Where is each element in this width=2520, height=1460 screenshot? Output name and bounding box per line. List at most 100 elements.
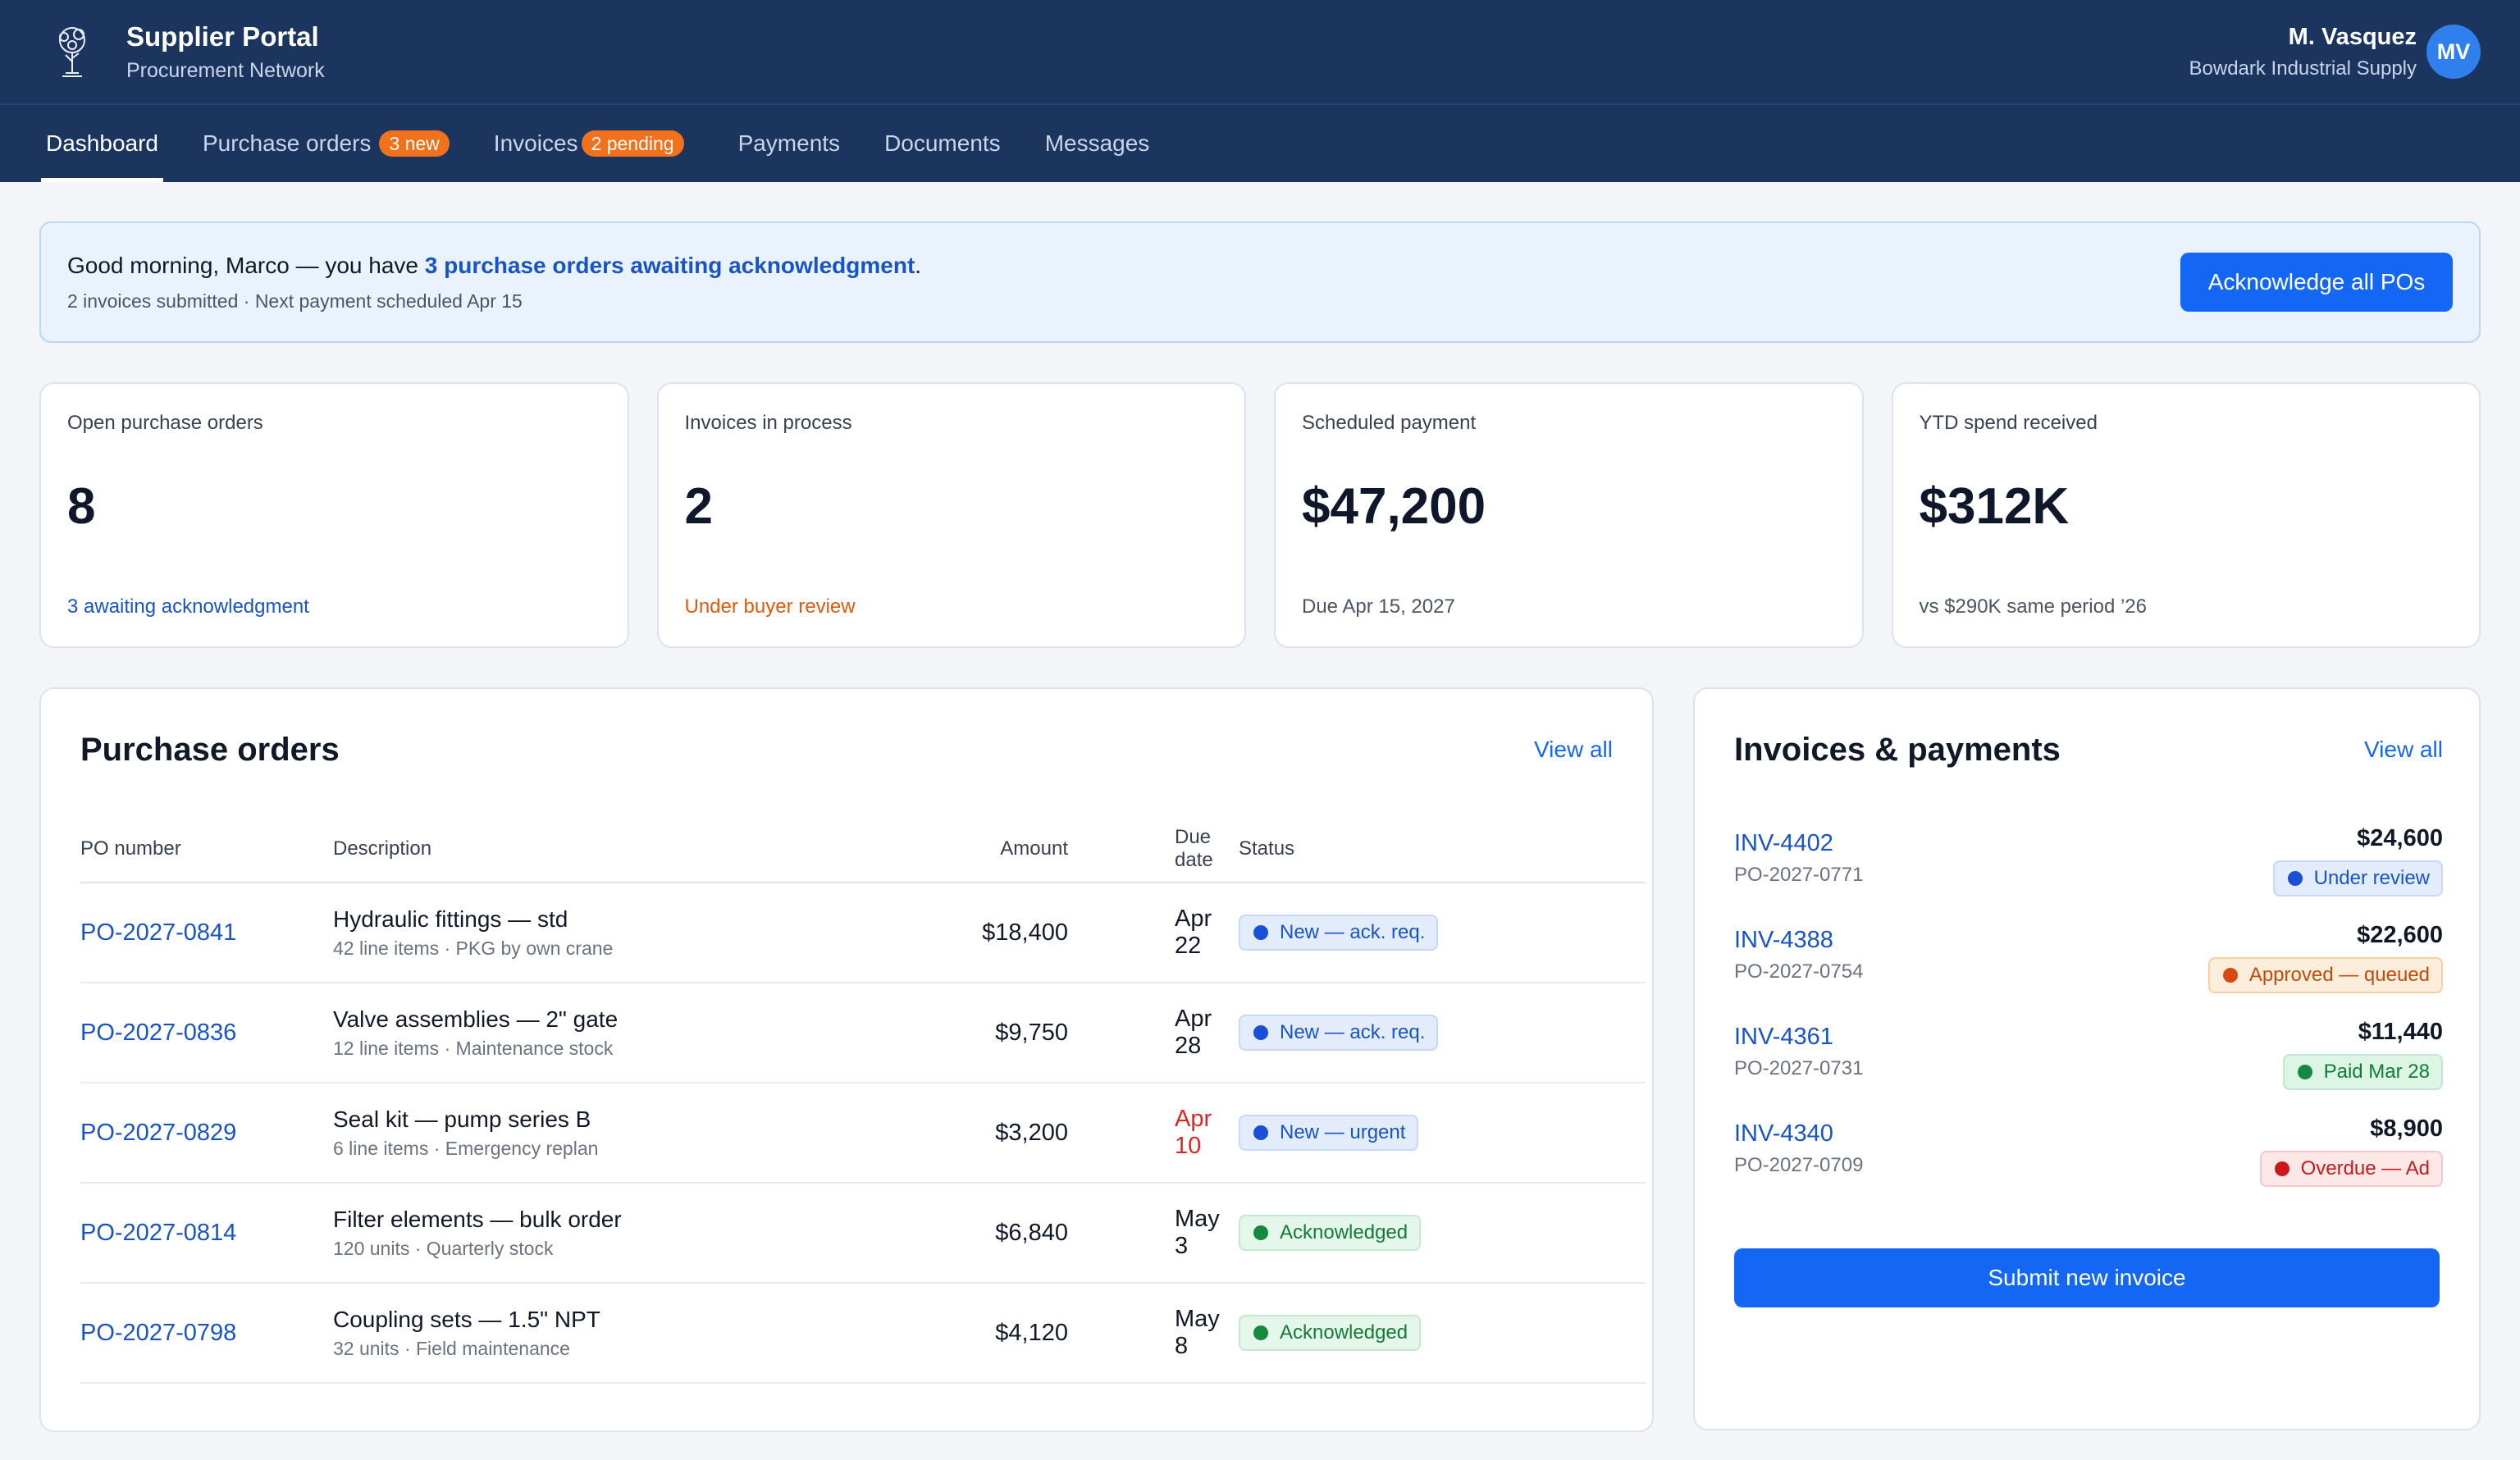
- new-count-badge: 3 new: [379, 130, 450, 157]
- po-description: Hydraulic fittings — std: [333, 906, 568, 932]
- po-details: 32 units · Field maintenance: [333, 1337, 570, 1359]
- column-header-due-date[interactable]: Due date: [1068, 815, 1239, 883]
- po-number-link[interactable]: PO-2027-0841: [80, 919, 236, 946]
- awaiting-acknowledgment-link[interactable]: 3 purchase orders awaiting acknowledgmen…: [425, 253, 915, 278]
- stat-note[interactable]: 3 awaiting acknowledgment: [67, 595, 309, 618]
- stat-value: 2: [684, 478, 713, 535]
- stat-label: Open purchase orders: [67, 412, 263, 434]
- acknowledge-all-button[interactable]: Acknowledge all POs: [2180, 253, 2453, 312]
- status-badge: Approved — queued: [2207, 957, 2443, 993]
- column-header-description[interactable]: Description: [333, 815, 858, 883]
- stat-scheduled-payment[interactable]: Scheduled payment $47,200 Due Apr 15, 20…: [1274, 382, 1864, 648]
- status-badge: New — ack. req.: [1239, 1015, 1439, 1051]
- stat-ytd-spend[interactable]: YTD spend received $312K vs $290K same p…: [1891, 382, 2481, 648]
- column-header-po-number[interactable]: PO number: [80, 815, 333, 883]
- status-badge: Paid Mar 28: [2282, 1054, 2443, 1090]
- po-number-link[interactable]: PO-2027-0798: [80, 1320, 236, 1346]
- po-due-date: May 3: [1068, 1183, 1239, 1284]
- po-due-date: May 8: [1068, 1283, 1239, 1384]
- status-dot-icon: [1253, 1225, 1268, 1240]
- list-item[interactable]: INV-4388 PO-2027-0754 $22,600 Approved —…: [1734, 912, 2443, 1009]
- tab-payments[interactable]: Payments: [733, 105, 846, 182]
- status-text: Under review: [2313, 867, 2430, 889]
- table-header-row: PO number Description Amount Due date St…: [80, 815, 1646, 883]
- list-item[interactable]: INV-4361 PO-2027-0731 $11,440 Paid Mar 2…: [1734, 1009, 2443, 1106]
- status-text: Overdue — Ad: [2300, 1157, 2430, 1179]
- po-number-link[interactable]: PO-2027-0836: [80, 1020, 236, 1046]
- tab-label: Dashboard: [46, 130, 158, 156]
- status-badge: Under review: [2272, 860, 2443, 897]
- tab-documents[interactable]: Documents: [879, 105, 1006, 182]
- banner-subtext: 2 invoices submitted · Next payment sche…: [67, 290, 523, 312]
- status-badge: New — ack. req.: [1239, 915, 1439, 951]
- status-badge: New — urgent: [1239, 1115, 1419, 1151]
- stat-cards: Open purchase orders 8 3 awaiting acknow…: [39, 382, 2481, 648]
- tab-label: Documents: [884, 130, 1001, 156]
- invoice-id-link[interactable]: INV-4340: [1734, 1120, 1863, 1147]
- stat-note: vs $290K same period ’26: [1919, 595, 2148, 618]
- status-dot-icon: [1253, 1025, 1268, 1040]
- status-dot-icon: [1253, 1325, 1268, 1340]
- invoice-id-link[interactable]: INV-4361: [1734, 1024, 1863, 1051]
- column-header-status[interactable]: Status: [1239, 815, 1646, 883]
- po-amount: $6,840: [858, 1183, 1068, 1284]
- panel-title: Purchase orders: [80, 731, 340, 768]
- table-row[interactable]: PO-2027-0798 Coupling sets — 1.5" NPT 32…: [80, 1283, 1646, 1384]
- avatar[interactable]: MV: [2426, 25, 2481, 79]
- invoice-id-link[interactable]: INV-4402: [1734, 830, 1863, 857]
- tab-dashboard[interactable]: Dashboard: [41, 105, 163, 182]
- table-row[interactable]: PO-2027-0829 Seal kit — pump series B 6 …: [80, 1083, 1646, 1184]
- stat-invoices-in-process[interactable]: Invoices in process 2 Under buyer review: [656, 382, 1246, 648]
- tree-logo-icon: [48, 22, 97, 81]
- po-description: Seal kit — pump series B: [333, 1106, 591, 1132]
- po-details: 42 line items · PKG by own crane: [333, 937, 614, 959]
- tab-label: Invoices: [493, 130, 578, 156]
- list-item[interactable]: INV-4402 PO-2027-0771 $24,600 Under revi…: [1734, 815, 2443, 912]
- stat-label: YTD spend received: [1919, 412, 2098, 434]
- status-text: Acknowledged: [1280, 1321, 1408, 1344]
- tab-purchase-orders[interactable]: Purchase orders 3 new: [198, 105, 454, 182]
- brand[interactable]: Supplier Portal Procurement Network: [48, 21, 325, 84]
- status-dot-icon: [2274, 1161, 2289, 1176]
- submit-new-invoice-button[interactable]: Submit new invoice: [1734, 1248, 2440, 1307]
- top-bar: Supplier Portal Procurement Network M. V…: [0, 0, 2520, 105]
- po-number-link[interactable]: PO-2027-0814: [80, 1220, 236, 1246]
- table-row[interactable]: PO-2027-0814 Filter elements — bulk orde…: [80, 1183, 1646, 1284]
- tab-label: Payments: [737, 130, 841, 156]
- po-description: Filter elements — bulk order: [333, 1206, 622, 1232]
- table-row[interactable]: PO-2027-0841 Hydraulic fittings — std 42…: [80, 883, 1646, 983]
- greeting-end: .: [915, 252, 922, 278]
- stat-value: $47,200: [1302, 478, 1486, 535]
- status-text: New — urgent: [1280, 1121, 1406, 1143]
- invoice-amount: $22,600: [2357, 922, 2443, 948]
- view-all-invoices-link[interactable]: View all: [2364, 737, 2443, 763]
- invoice-id-link[interactable]: INV-4388: [1734, 927, 1863, 954]
- view-all-purchase-orders-link[interactable]: View all: [1534, 737, 1613, 763]
- status-dot-icon: [2297, 1065, 2312, 1079]
- po-number-link[interactable]: PO-2027-0829: [80, 1120, 236, 1146]
- column-header-amount[interactable]: Amount: [858, 815, 1068, 883]
- table-row[interactable]: PO-2027-0836 Valve assemblies — 2" gate …: [80, 983, 1646, 1084]
- po-details: 12 line items · Maintenance stock: [333, 1037, 614, 1059]
- user-menu[interactable]: M. Vasquez Bowdark Industrial Supply MV: [2189, 24, 2481, 80]
- list-item[interactable]: INV-4340 PO-2027-0709 $8,900 Overdue — A…: [1734, 1106, 2443, 1202]
- po-amount: $3,200: [858, 1083, 1068, 1184]
- status-badge: Acknowledged: [1239, 1215, 1422, 1251]
- tab-invoices[interactable]: Invoices 2 pending: [489, 105, 689, 182]
- invoice-amount: $11,440: [2358, 1019, 2443, 1045]
- tab-label: Purchase orders: [202, 130, 372, 156]
- po-due-date: Apr 22: [1068, 883, 1239, 983]
- user-name: M. Vasquez: [2288, 23, 2417, 50]
- invoice-po-reference: PO-2027-0731: [1734, 1057, 1864, 1079]
- status-text: New — ack. req.: [1280, 1021, 1426, 1043]
- stat-value: $312K: [1919, 478, 2070, 535]
- stat-open-purchase-orders[interactable]: Open purchase orders 8 3 awaiting acknow…: [39, 382, 629, 648]
- user-organization: Bowdark Industrial Supply: [2189, 57, 2417, 80]
- invoice-po-reference: PO-2027-0754: [1734, 960, 1864, 983]
- stat-note: Due Apr 15, 2027: [1302, 595, 1455, 618]
- tab-messages[interactable]: Messages: [1040, 105, 1155, 182]
- status-badge: Acknowledged: [1239, 1315, 1422, 1351]
- status-text: New — ack. req.: [1280, 921, 1426, 943]
- pending-count-badge: 2 pending: [581, 130, 684, 157]
- po-amount: $18,400: [858, 883, 1068, 983]
